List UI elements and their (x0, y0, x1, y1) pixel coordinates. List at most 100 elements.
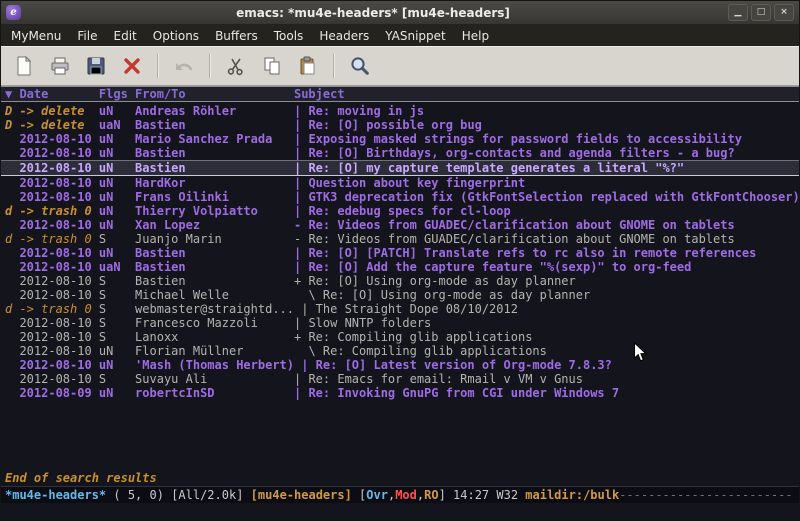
message-row[interactable]: 2012-08-10 uN Xan Lopez - Re: Videos fro… (1, 218, 799, 232)
flags-cell: S (99, 316, 135, 330)
message-row[interactable]: d -> trash 0 uN Thierry Volpiatto | Re: … (1, 204, 799, 218)
mode-line: *mu4e-headers* ( 5, 0) [All/2.0k] [mu4e-… (1, 486, 799, 503)
subject-cell: | Re: [O] Add the capture feature "%(sex… (294, 260, 691, 274)
close-buffer-icon[interactable] (114, 50, 150, 82)
flags-cell: S (99, 330, 135, 344)
subject-cell: | Question about key fingerprint (294, 176, 525, 190)
flags-cell: uaN (99, 118, 135, 132)
date-cell: 2012-08-10 (5, 288, 99, 302)
message-row[interactable]: 2012-08-10 uN Mario Sanchez Prada | Expo… (1, 132, 799, 146)
subject-cell: - Re: Videos from GUADEC/clarification a… (294, 218, 735, 232)
menu-item-options[interactable]: Options (145, 27, 207, 45)
message-row[interactable]: 2012-08-10 uaN Bastien | Re: [O] Add the… (1, 260, 799, 274)
message-row[interactable]: 2012-08-10 uN 'Mash (Thomas Herbert) | R… (1, 358, 799, 372)
from-cell: Bastien (135, 246, 294, 260)
paste-icon[interactable] (290, 50, 326, 82)
emacs-window: e emacs: *mu4e-headers* [mu4e-headers] ▁… (0, 0, 800, 521)
message-list: D -> delete uN Andreas Röhler | Re: movi… (1, 102, 799, 471)
message-row[interactable]: 2012-08-10 uN Frans Oilinki | GTK3 depre… (1, 190, 799, 204)
subject-cell: | Re: [O] Latest version of Org-mode 7.8… (301, 358, 612, 372)
echo-area[interactable] (1, 503, 799, 520)
from-cell: Lanoxx (135, 330, 294, 344)
modeline-segment: ] (439, 488, 453, 502)
message-row[interactable]: 2012-08-10 S Lanoxx + Re: Compiling glib… (1, 330, 799, 344)
maximize-button[interactable]: □ (751, 4, 771, 21)
message-row[interactable]: 2012-08-10 uN Bastien | Re: [O] Birthday… (1, 146, 799, 160)
print-icon[interactable] (42, 50, 78, 82)
title-bar[interactable]: e emacs: *mu4e-headers* [mu4e-headers] ▁… (1, 1, 799, 25)
from-cell: Bastien (135, 146, 294, 160)
message-row[interactable]: 2012-08-10 uN HardKor | Question about k… (1, 176, 799, 190)
message-row[interactable]: 2012-08-10 uN Florian Müllner \ Re: Comp… (1, 344, 799, 358)
flags-cell: uN (99, 176, 135, 190)
date-cell: 2012-08-10 (5, 372, 99, 386)
subject-cell: | Re: [O] Birthdays, org-contacts and ag… (294, 146, 735, 160)
message-row[interactable]: 2012-08-09 uN robertcInSD | Re: Invoking… (1, 386, 799, 400)
date-cell: 2012-08-10 (5, 246, 99, 260)
message-row[interactable]: 2012-08-10 S Suvayu Ali | Re: Emacs for … (1, 372, 799, 386)
message-row[interactable]: D -> delete uaN Bastien | Re: [O] possib… (1, 118, 799, 132)
from-cell: webmaster@straightd... (135, 302, 301, 316)
subject-cell: | Re: edebug specs for cl-loop (294, 204, 511, 218)
toolbar-separator (209, 54, 211, 78)
modeline-segment: ------------------------ (619, 488, 792, 502)
from-cell: Frans Oilinki (135, 190, 294, 204)
subject-cell: - Re: Videos from GUADEC/clarification a… (294, 232, 735, 246)
menu-item-file[interactable]: File (69, 27, 105, 45)
message-row[interactable]: 2012-08-10 S Francesco Mazzoli | Slow NN… (1, 316, 799, 330)
from-cell: Florian Müllner (135, 344, 294, 358)
subject-cell: \ Re: Compiling glib applications (294, 344, 547, 358)
from-cell: Michael Welle (135, 288, 294, 302)
message-row[interactable]: d -> trash 0 S webmaster@straightd... | … (1, 302, 799, 316)
flags-cell: uN (99, 204, 135, 218)
minimize-button[interactable]: ▁ (728, 4, 748, 21)
modeline-segment: *mu4e-headers* (5, 488, 106, 502)
from-cell: Bastien (135, 118, 294, 132)
menu-item-help[interactable]: Help (454, 27, 497, 45)
from-cell: HardKor (135, 176, 294, 190)
flags-cell: uN (99, 246, 135, 260)
subject-cell: | Re: [O] [PATCH] Translate refs to rc a… (294, 246, 756, 260)
menu-item-mymenu[interactable]: MyMenu (3, 27, 69, 45)
message-row[interactable]: D -> delete uN Andreas Röhler | Re: movi… (1, 104, 799, 118)
date-cell: 2012-08-09 (5, 386, 99, 400)
message-row[interactable]: d -> trash 0 S Juanjo Marin - Re: Videos… (1, 232, 799, 246)
date-cell: 2012-08-10 (5, 146, 99, 160)
flags-cell: S (99, 288, 135, 302)
flags-cell: S (99, 372, 135, 386)
menu-item-yasnippet[interactable]: YASnippet (377, 27, 454, 45)
menu-item-edit[interactable]: Edit (106, 27, 145, 45)
mu4e-headers-buffer: ▼ Date Flgs From/To Subject D -> delete … (1, 86, 799, 520)
date-cell: 2012-08-10 (5, 330, 99, 344)
menu-item-headers[interactable]: Headers (311, 27, 377, 45)
new-file-icon[interactable] (6, 50, 42, 82)
subject-cell: | Slow NNTP folders (294, 316, 431, 330)
flags-cell: uN (99, 218, 135, 232)
menu-item-buffers[interactable]: Buffers (207, 27, 266, 45)
mark-cell: D -> delete (5, 104, 99, 118)
window-title: emacs: *mu4e-headers* [mu4e-headers] (21, 6, 725, 20)
modeline-segment: 14:27 W32 (453, 488, 525, 502)
save-icon[interactable] (78, 50, 114, 82)
date-cell: 2012-08-10 (5, 358, 99, 372)
message-row[interactable]: 2012-08-10 uN Bastien | Re: [O] [PATCH] … (1, 246, 799, 260)
flags-cell: uN (99, 132, 135, 146)
subject-cell: \ Re: [O] Using org-mode as day planner (294, 288, 590, 302)
flags-cell: uN (99, 358, 135, 372)
date-cell: 2012-08-10 (5, 344, 99, 358)
cut-icon[interactable] (218, 50, 254, 82)
mark-cell: D -> delete (5, 118, 99, 132)
copy-icon[interactable] (254, 50, 290, 82)
date-cell: 2012-08-10 (5, 218, 99, 232)
message-row[interactable]: 2012-08-10 S Michael Welle \ Re: [O] Usi… (1, 288, 799, 302)
date-cell: 2012-08-10 (5, 176, 99, 190)
modeline-segment: Ovr (366, 488, 388, 502)
message-row[interactable]: 2012-08-10 S Bastien + Re: [O] Using org… (1, 274, 799, 288)
close-button[interactable]: × (774, 4, 794, 21)
search-icon[interactable] (342, 50, 378, 82)
menu-item-tools[interactable]: Tools (266, 27, 312, 45)
flags-cell: uaN (99, 260, 135, 274)
message-row-current[interactable]: 2012-08-10 uN Bastien | Re: [O] my captu… (1, 160, 799, 176)
subject-cell: | Re: Invoking GnuPG from CGI under Wind… (294, 386, 619, 400)
mark-cell: d -> trash 0 (5, 232, 99, 246)
